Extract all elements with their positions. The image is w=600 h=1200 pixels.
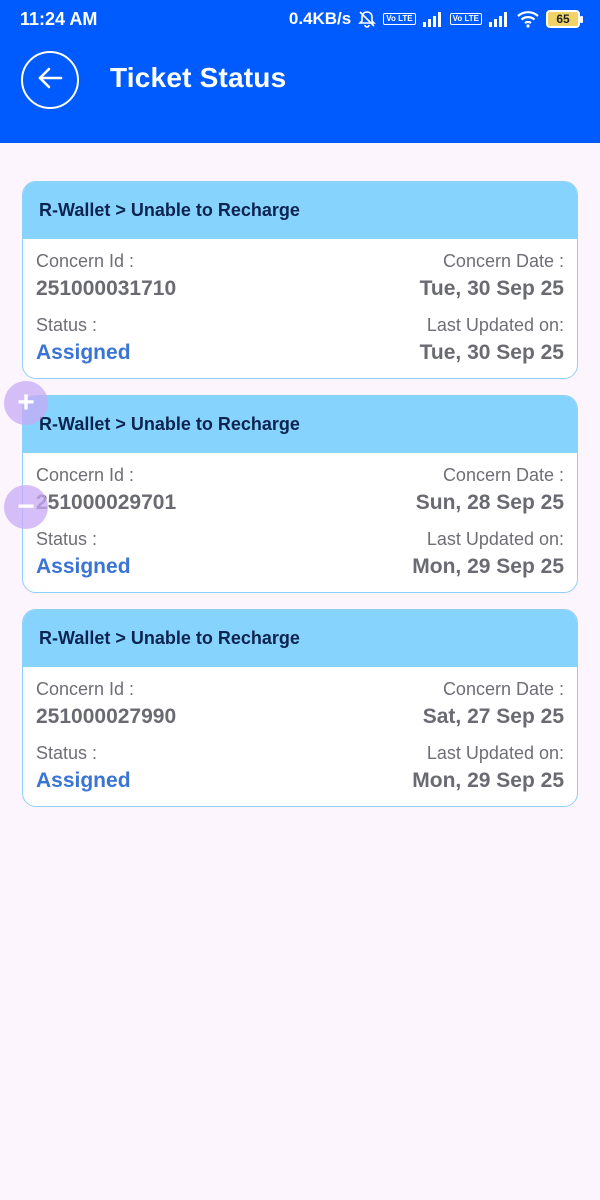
page-title: Ticket Status — [110, 62, 287, 93]
last-updated-value: Tue, 30 Sep 25 — [419, 341, 564, 364]
volte-icon: Vo LTE — [383, 13, 416, 25]
last-updated-label: Last Updated on: — [426, 529, 564, 549]
plus-icon: + — [17, 386, 35, 419]
zoom-in-button[interactable]: + — [4, 381, 48, 425]
concern-id-label: Concern Id : — [36, 251, 135, 271]
last-updated-value: Mon, 29 Sep 25 — [412, 555, 564, 578]
concern-date-value: Tue, 30 Sep 25 — [419, 277, 564, 300]
last-updated-label: Last Updated on: — [426, 315, 564, 335]
concern-id-label: Concern Id : — [36, 679, 135, 699]
signal-icon — [422, 11, 444, 27]
status-label: Status : — [36, 743, 98, 763]
ticket-card[interactable]: R-Wallet > Unable to Recharge Concern Id… — [22, 395, 578, 593]
concern-date-label: Concern Date : — [442, 251, 564, 271]
status-value: Assigned — [36, 769, 131, 792]
concern-date-value: Sat, 27 Sep 25 — [422, 705, 564, 728]
concern-date-value: Sun, 28 Sep 25 — [415, 491, 564, 514]
concern-id-label: Concern Id : — [36, 465, 135, 485]
ticket-details: Concern Id : Concern Date : 251000031710… — [23, 239, 577, 378]
battery-icon: 65 — [546, 10, 583, 28]
status-time: 11:24 AM — [20, 8, 98, 29]
ticket-details: Concern Id : Concern Date : 251000029701… — [23, 453, 577, 592]
zoom-out-button[interactable]: − — [4, 485, 48, 529]
signal-icon — [488, 11, 510, 27]
mute-bell-icon — [357, 9, 377, 29]
status-bar: 11:24 AM 0.4KB/s Vo LTE Vo LTE 65 — [0, 0, 600, 38]
status-value: Assigned — [36, 555, 131, 578]
app-header: 11:24 AM 0.4KB/s Vo LTE Vo LTE 65 Ticket… — [0, 0, 600, 143]
last-updated-value: Mon, 29 Sep 25 — [412, 769, 564, 792]
ticket-category: R-Wallet > Unable to Recharge — [23, 610, 577, 667]
back-button[interactable] — [21, 51, 79, 109]
status-icons: 0.4KB/s Vo LTE Vo LTE 65 — [288, 9, 583, 29]
status-value: Assigned — [36, 341, 131, 364]
concern-date-label: Concern Date : — [442, 679, 564, 699]
status-label: Status : — [36, 315, 98, 335]
concern-id-value: 251000027990 — [36, 705, 177, 728]
concern-id-value: 251000031710 — [36, 277, 177, 300]
volte-icon: Vo LTE — [449, 13, 482, 25]
concern-date-label: Concern Date : — [442, 465, 564, 485]
status-label: Status : — [36, 529, 98, 549]
ticket-card[interactable]: R-Wallet > Unable to Recharge Concern Id… — [22, 609, 578, 807]
network-speed: 0.4KB/s — [288, 9, 352, 28]
ticket-category: R-Wallet > Unable to Recharge — [23, 182, 577, 239]
last-updated-label: Last Updated on: — [426, 743, 564, 763]
minus-icon: − — [17, 490, 35, 523]
ticket-card[interactable]: R-Wallet > Unable to Recharge Concern Id… — [22, 181, 578, 379]
ticket-category: R-Wallet > Unable to Recharge — [23, 396, 577, 453]
ticket-details: Concern Id : Concern Date : 251000027990… — [23, 667, 577, 806]
concern-id-value: 251000029701 — [36, 491, 177, 514]
wifi-icon — [516, 10, 540, 28]
arrow-left-icon — [37, 67, 63, 94]
